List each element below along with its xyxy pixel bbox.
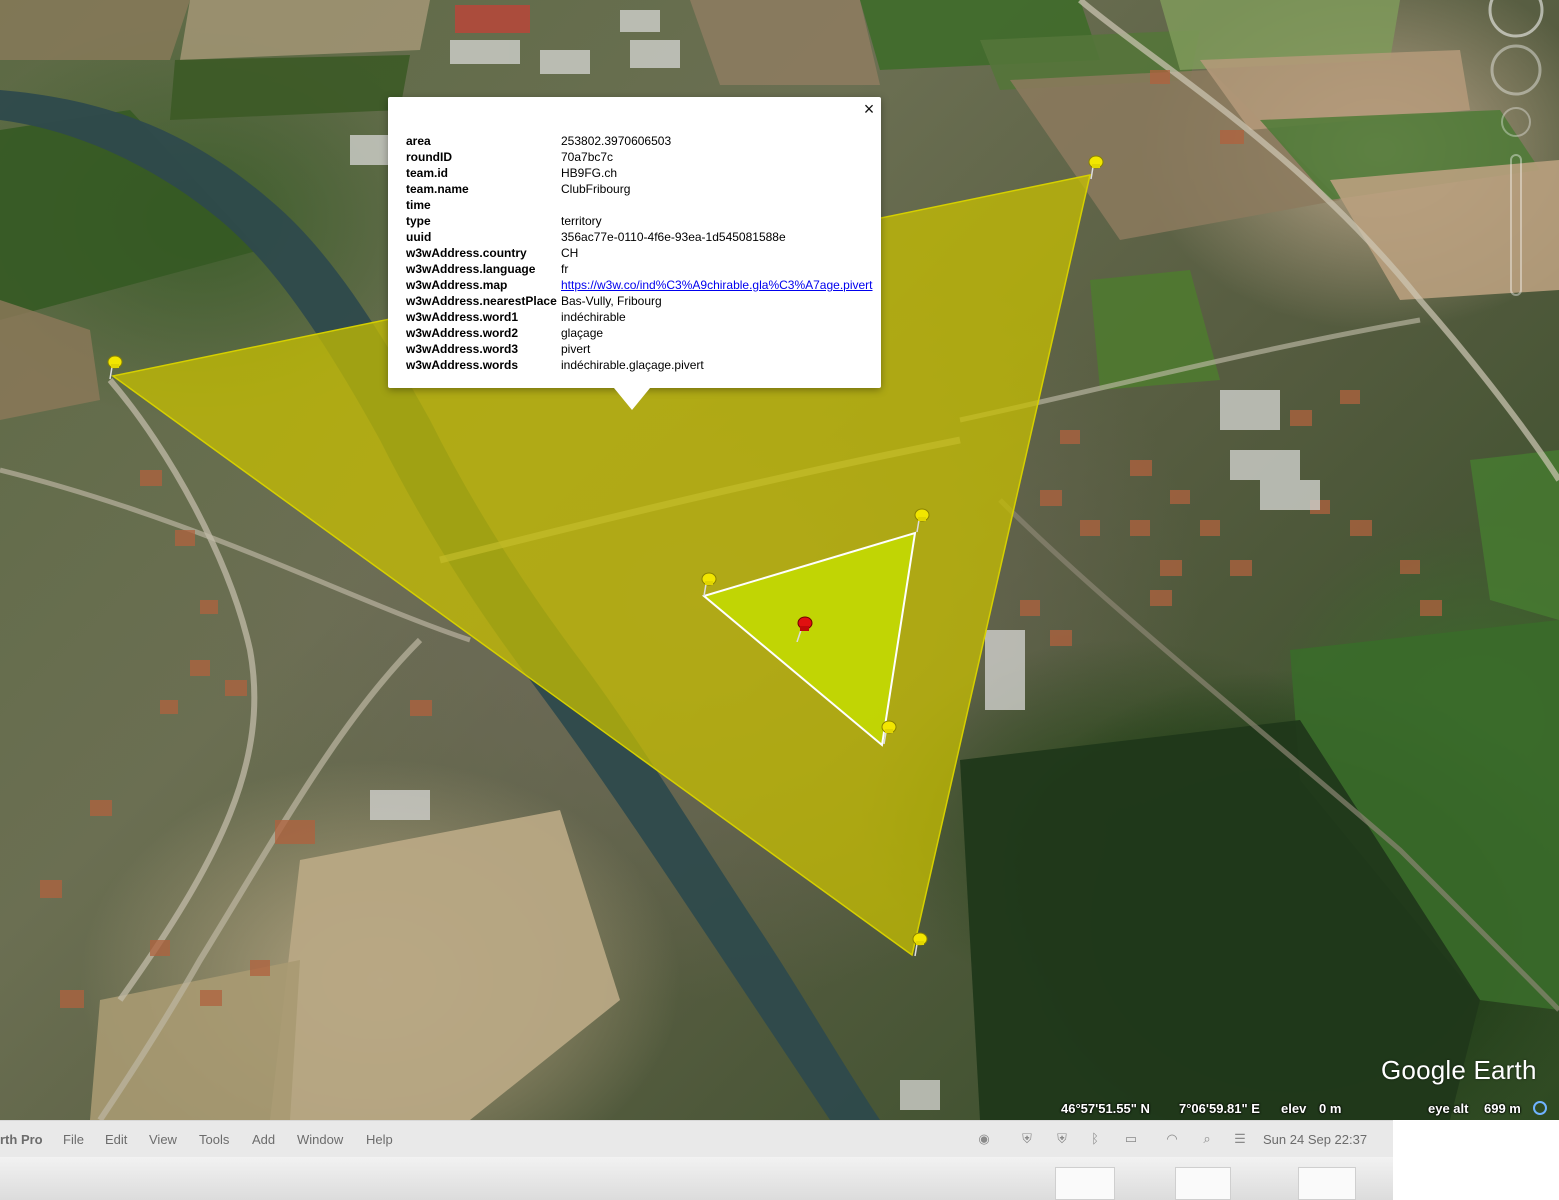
attribute-key: w3wAddress.word3 — [406, 342, 519, 356]
yellow-pushpin-icon[interactable] — [698, 570, 724, 598]
attribute-row: w3wAddress.map https://w3w.co/ind%C3%A9ch… — [406, 277, 873, 293]
wifi-icon[interactable]: ◠ — [1164, 1132, 1180, 1146]
map-view[interactable]: Google Earth × area 253802.3970606503 roun… — [0, 0, 1559, 1120]
attribute-value: indéchirable — [561, 310, 626, 324]
blank-area — [1393, 1120, 1559, 1200]
dock — [0, 1157, 1393, 1200]
attribute-row: time — [406, 197, 873, 213]
w3w-map-link[interactable]: https://w3w.co/ind%C3%A9chirable.gla%C3%… — [561, 278, 873, 292]
dock-window-thumbnail[interactable] — [1175, 1167, 1231, 1200]
yellow-pushpin-icon[interactable] — [104, 353, 130, 381]
menubar-clock[interactable]: Sun 24 Sep 22:37 — [1263, 1132, 1367, 1147]
attribute-value: territory — [561, 214, 602, 228]
balloon-pointer — [614, 388, 650, 410]
attribute-value: CH — [561, 246, 579, 260]
attribute-row: w3wAddress.nearestPlace Bas-Vully, Fribou… — [406, 293, 873, 309]
eye-alt-label: eye alt — [1428, 1101, 1469, 1116]
attribute-key: w3wAddress.language — [406, 262, 536, 276]
attribute-value: glaçage — [561, 326, 604, 340]
eye-alt-value: 699 m — [1484, 1101, 1521, 1116]
attribute-key: w3wAddress.words — [406, 358, 519, 372]
attribute-row: w3wAddress.country CH — [406, 245, 873, 261]
close-icon[interactable]: × — [861, 100, 877, 118]
app-name[interactable]: rth Pro — [0, 1132, 43, 1147]
menu-tools[interactable]: Tools — [199, 1132, 229, 1147]
attribute-row: w3wAddress.word2 glaçage — [406, 325, 873, 341]
attribute-key: type — [406, 214, 431, 228]
yellow-pushpin-icon[interactable] — [911, 506, 937, 534]
attribute-row: type territory — [406, 213, 873, 229]
attribute-row: team.id HB9FG.ch — [406, 165, 873, 181]
yellow-pushpin-icon[interactable] — [909, 930, 935, 958]
attribute-key: w3wAddress.country — [406, 246, 527, 260]
attribute-value: 70a7bc7c — [561, 150, 614, 164]
attribute-row: area 253802.3970606503 — [406, 133, 873, 149]
attribute-key: time — [406, 198, 431, 212]
status-bar: 46°57'51.55" N 7°06'59.81" E elev 0 m ey… — [0, 1098, 1559, 1120]
attribute-key: team.name — [406, 182, 469, 196]
attribute-value: Bas-Vully, Fribourg — [561, 294, 662, 308]
attribute-table: area 253802.3970606503 roundID 70a7bc7c team… — [406, 133, 873, 373]
attribute-value: HB9FG.ch — [561, 166, 618, 180]
search-icon[interactable]: ⌕ — [1199, 1132, 1215, 1146]
attribute-value: ClubFribourg — [561, 182, 631, 196]
attribute-value: https://w3w.co/ind%C3%A9chirable.gla%C3%… — [561, 277, 873, 293]
menu-bar: rth Pro File Edit View Tools Add Window … — [0, 1120, 1393, 1157]
menu-file[interactable]: File — [63, 1132, 84, 1147]
attribute-value: fr — [561, 262, 569, 276]
menu-add[interactable]: Add — [252, 1132, 275, 1147]
attribute-value: 356ac77e-0110-4f6e-93ea-1d545081588e — [561, 230, 786, 244]
battery-icon[interactable]: ▭ — [1120, 1132, 1142, 1146]
yellow-pushpin-icon[interactable] — [1085, 153, 1111, 181]
attribute-row: w3wAddress.word1 indéchirable — [406, 309, 873, 325]
dock-window-thumbnail[interactable] — [1055, 1167, 1115, 1200]
red-pushpin-icon[interactable] — [792, 614, 818, 642]
google-earth-logo: Google Earth — [1381, 1055, 1537, 1085]
attribute-value: indéchirable.glaçage.pivert — [561, 358, 704, 372]
attribute-row: uuid 356ac77e-0110-4f6e-93ea-1d545081588e — [406, 229, 873, 245]
attribute-key: w3wAddress.word2 — [406, 326, 519, 340]
attribute-key: w3wAddress.word1 — [406, 310, 519, 324]
attribute-row: w3wAddress.word3 pivert — [406, 341, 873, 357]
attribute-value: pivert — [561, 342, 591, 356]
yellow-pushpin-icon[interactable] — [878, 718, 904, 746]
elev-value: 0 m — [1319, 1101, 1342, 1116]
vpn-shield-icon[interactable]: ⛨ — [1054, 1132, 1070, 1146]
control-center-icon[interactable]: ☰ — [1232, 1132, 1248, 1146]
dock-window-thumbnail[interactable] — [1298, 1167, 1356, 1200]
placemark-info-balloon: × area 253802.3970606503 roundID 70a7bc7c te… — [388, 97, 881, 410]
menu-edit[interactable]: Edit — [105, 1132, 127, 1147]
attribute-key: w3wAddress.map — [406, 278, 508, 292]
bluetooth-icon[interactable]: ᛒ — [1087, 1132, 1103, 1146]
menu-view[interactable]: View — [149, 1132, 177, 1147]
attribute-value: 253802.3970606503 — [561, 134, 672, 148]
elev-label: elev — [1281, 1101, 1307, 1116]
attribute-row: w3wAddress.language fr — [406, 261, 873, 277]
attribute-key: w3wAddress.nearestPlace — [406, 294, 557, 308]
menu-help[interactable]: Help — [366, 1132, 393, 1147]
attribute-key: roundID — [406, 150, 452, 164]
menu-window[interactable]: Window — [297, 1132, 343, 1147]
latitude-readout: 46°57'51.55" N — [1061, 1101, 1150, 1116]
attribute-row: roundID 70a7bc7c — [406, 149, 873, 165]
attribute-key: area — [406, 134, 431, 148]
shield-icon[interactable]: ⛨ — [1019, 1132, 1035, 1146]
attribute-key: uuid — [406, 230, 432, 244]
navigation-controls[interactable] — [1480, 0, 1552, 300]
attribute-row: team.name ClubFribourg — [406, 181, 873, 197]
status-app-icon[interactable]: ◉ — [976, 1132, 992, 1146]
attribute-value — [561, 197, 873, 213]
attribute-row: w3wAddress.words indéchirable.glaçage.piv… — [406, 357, 873, 373]
longitude-readout: 7°06'59.81" E — [1179, 1101, 1260, 1116]
attribute-key: team.id — [406, 166, 449, 180]
streaming-progress-icon — [1533, 1101, 1547, 1115]
